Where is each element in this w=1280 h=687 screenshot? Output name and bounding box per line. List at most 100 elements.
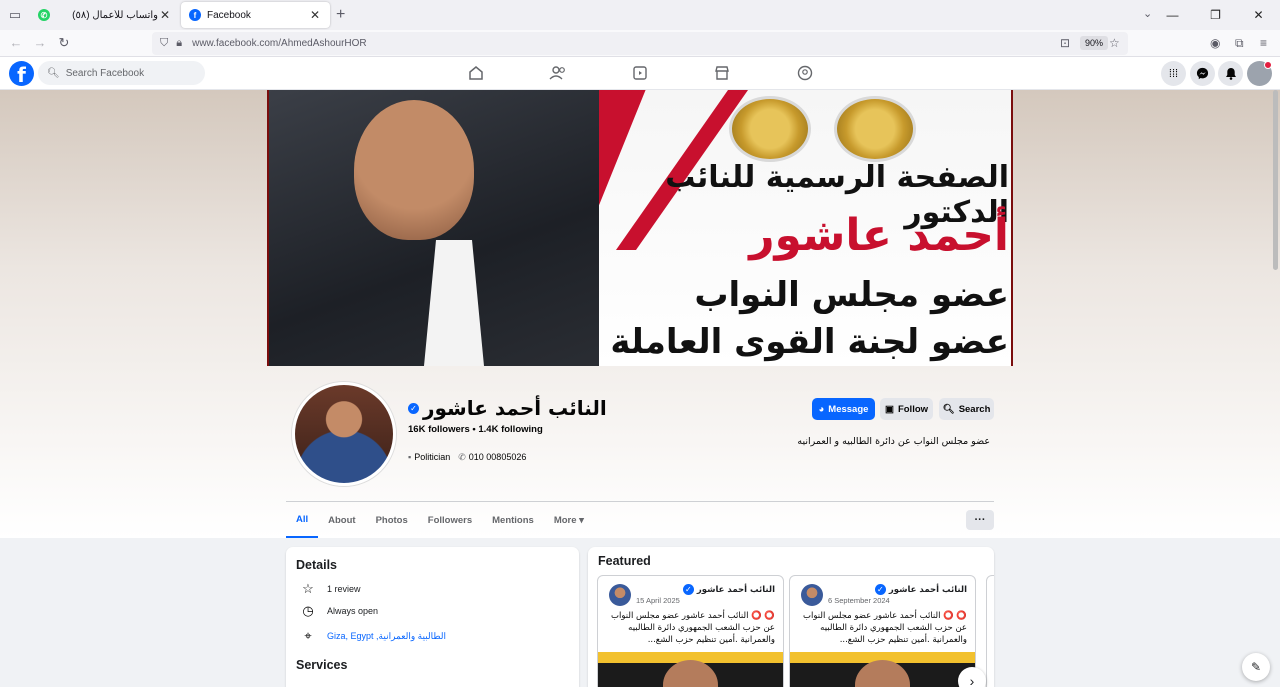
profile-tabs: All About Photos Followers Mentions More…: [286, 502, 994, 538]
facebook-header: f 🔍︎ ⁞⁞⁞: [0, 57, 1280, 90]
cover-text-line3: عضو مجلس النواب: [694, 275, 1009, 315]
lock-icon[interactable]: 🔒︎: [176, 37, 182, 50]
services-title: Services: [296, 658, 348, 672]
featured-post[interactable]: النائب أحمد عاشور ✓ 6 September 2024 ⭕ ⭕…: [789, 575, 976, 687]
post-author-row: النائب أحمد عاشور ✓: [874, 584, 967, 595]
shield-icon[interactable]: ⛉: [160, 37, 168, 50]
search-icon: 🔍︎: [47, 67, 60, 79]
close-icon[interactable]: ✕: [308, 8, 322, 22]
search-label: Search: [958, 403, 991, 415]
tab-mentions[interactable]: Mentions: [482, 502, 544, 538]
featured-title: Featured: [598, 554, 651, 568]
whatsapp-icon: ✆: [38, 9, 50, 21]
profile-meta: ▪ Politician ✆ 010 00805026: [408, 452, 526, 463]
search-icon: 🔍︎: [942, 403, 955, 415]
back-arrow-icon[interactable]: ←: [8, 35, 24, 50]
featured-card: Featured النائب أحمد عاشور ✓ 15 April 20…: [588, 547, 994, 687]
post-text: ⭕ ⭕ النائب أحمد عاشور عضو مجلس النواب عن…: [611, 611, 775, 645]
facebook-icon: f: [189, 9, 201, 21]
home-icon[interactable]: [467, 64, 485, 82]
marketplace-icon[interactable]: [713, 64, 731, 82]
tab-photos[interactable]: Photos: [366, 502, 418, 538]
location-pin-icon: ⌖: [304, 628, 312, 643]
profile-content: Details ☆ 1 review ◷ Always open ⌖ Giza,…: [0, 538, 1280, 687]
search-box[interactable]: 🔍︎: [38, 61, 205, 85]
messenger-icon: ◕: [818, 403, 825, 415]
new-tab-button[interactable]: +: [336, 6, 345, 24]
message-button[interactable]: ◕ Message: [812, 398, 875, 420]
reader-view-icon[interactable]: ⊡: [1060, 36, 1070, 50]
hours-text: Always open: [327, 606, 379, 616]
profile-avatar[interactable]: [292, 382, 396, 486]
window-controls: — ❐ ✕: [1151, 0, 1280, 30]
account-icon[interactable]: ◉: [1210, 36, 1220, 50]
verified-badge-icon: ✓: [682, 584, 694, 595]
profile-page: الصفحة الرسمية للنائب الدكتور أحمد عاشور…: [0, 90, 1280, 687]
messenger-icon[interactable]: [1190, 61, 1215, 86]
post-image: [598, 652, 783, 687]
tab-all[interactable]: All: [286, 502, 319, 538]
parliament-seal-icon: [834, 96, 916, 162]
post-author: النائب أحمد عاشور: [888, 584, 967, 595]
clock-icon: ◷: [302, 603, 314, 618]
menu-icon[interactable]: ≡: [1260, 36, 1267, 50]
url-bar[interactable]: ⛉ 🔒︎ www.facebook.com/AhmedAshourHOR ⊡ 9…: [152, 32, 1128, 55]
facebook-logo[interactable]: f: [9, 61, 34, 87]
extensions-icon[interactable]: ⧉: [1235, 36, 1244, 51]
browser-tab-strip: ▭ ✆ واتساب للأعمال (٥٨) ✕ f Facebook ✕ +…: [0, 0, 1280, 30]
cover-photo[interactable]: الصفحة الرسمية للنائب الدكتور أحمد عاشور…: [267, 90, 1013, 366]
review-row[interactable]: ☆ 1 review: [300, 581, 361, 597]
tab-facebook[interactable]: f Facebook ✕: [181, 2, 330, 28]
tab-whatsapp[interactable]: ✆ واتساب للأعمال (٥٨) ✕: [30, 2, 180, 28]
search-button[interactable]: 🔍︎ Search: [939, 398, 994, 420]
location-text[interactable]: Giza, Egypt ,الطالبية والعمرانية: [327, 631, 446, 642]
review-text: 1 review: [327, 584, 361, 594]
verified-badge-icon: ✓: [874, 584, 886, 595]
location-row[interactable]: ⌖ Giza, Egypt ,الطالبية والعمرانية: [300, 628, 446, 644]
tab-title: واتساب للأعمال (٥٨): [72, 9, 158, 21]
groups-icon[interactable]: [796, 64, 814, 82]
page-scrollbar[interactable]: [1273, 90, 1278, 270]
restore-button[interactable]: ❐: [1194, 8, 1237, 22]
follower-stats[interactable]: 16K followers • 1.4K following: [408, 424, 543, 435]
hours-row: ◷ Always open: [300, 603, 378, 619]
url-text[interactable]: www.facebook.com/AhmedAshourHOR: [192, 38, 367, 49]
search-input[interactable]: [65, 67, 196, 79]
post-avatar: [801, 584, 823, 606]
featured-post[interactable]: النائب أحمد عاشور ✓ 15 April 2025 ⭕ ⭕ ال…: [597, 575, 784, 687]
zoom-level[interactable]: 90%: [1080, 36, 1109, 50]
verified-badge-icon[interactable]: ✓: [408, 402, 419, 414]
notification-dot: [1264, 61, 1272, 69]
video-icon[interactable]: [631, 64, 649, 82]
post-avatar: [609, 584, 631, 606]
tab-more[interactable]: More ▾: [544, 502, 594, 538]
party-seal-icon: [729, 96, 811, 162]
close-window-button[interactable]: ✕: [1237, 8, 1280, 22]
browser-toolbar: ← → ↻ ⛉ 🔒︎ www.facebook.com/AhmedAshourH…: [0, 30, 1280, 57]
minimize-button[interactable]: —: [1151, 8, 1194, 22]
forward-arrow-icon[interactable]: →: [32, 35, 48, 50]
profile-category: Politician: [414, 452, 451, 462]
post-image: [790, 652, 975, 687]
profile-phone[interactable]: 010 00805026: [469, 452, 527, 462]
post-author-row: النائب أحمد عاشور ✓: [682, 584, 775, 595]
follow-label: Follow: [897, 403, 929, 415]
reload-icon[interactable]: ↻: [56, 35, 72, 51]
details-title: Details: [296, 558, 337, 572]
tab-followers[interactable]: Followers: [418, 502, 482, 538]
notifications-icon[interactable]: [1218, 61, 1243, 86]
chevron-right-icon[interactable]: ›: [958, 667, 986, 687]
profile-bio: عضو مجلس النواب عن دائرة الطالبيه و العم…: [797, 436, 990, 447]
menu-grid-icon[interactable]: ⁞⁞⁞: [1161, 61, 1186, 86]
featured-post-partial[interactable]: [986, 575, 994, 687]
follow-button[interactable]: ▣ Follow: [880, 398, 933, 420]
more-options-button[interactable]: ···: [966, 510, 994, 530]
friends-icon[interactable]: [549, 64, 567, 82]
tab-list-icon[interactable]: ▭: [2, 2, 28, 28]
new-message-button[interactable]: ✎: [1242, 653, 1270, 681]
details-card: Details ☆ 1 review ◷ Always open ⌖ Giza,…: [286, 547, 579, 687]
tab-about[interactable]: About: [318, 502, 365, 538]
post-author: النائب أحمد عاشور: [696, 584, 775, 595]
close-icon[interactable]: ✕: [158, 8, 172, 22]
bookmark-star-icon[interactable]: ☆: [1109, 36, 1120, 50]
